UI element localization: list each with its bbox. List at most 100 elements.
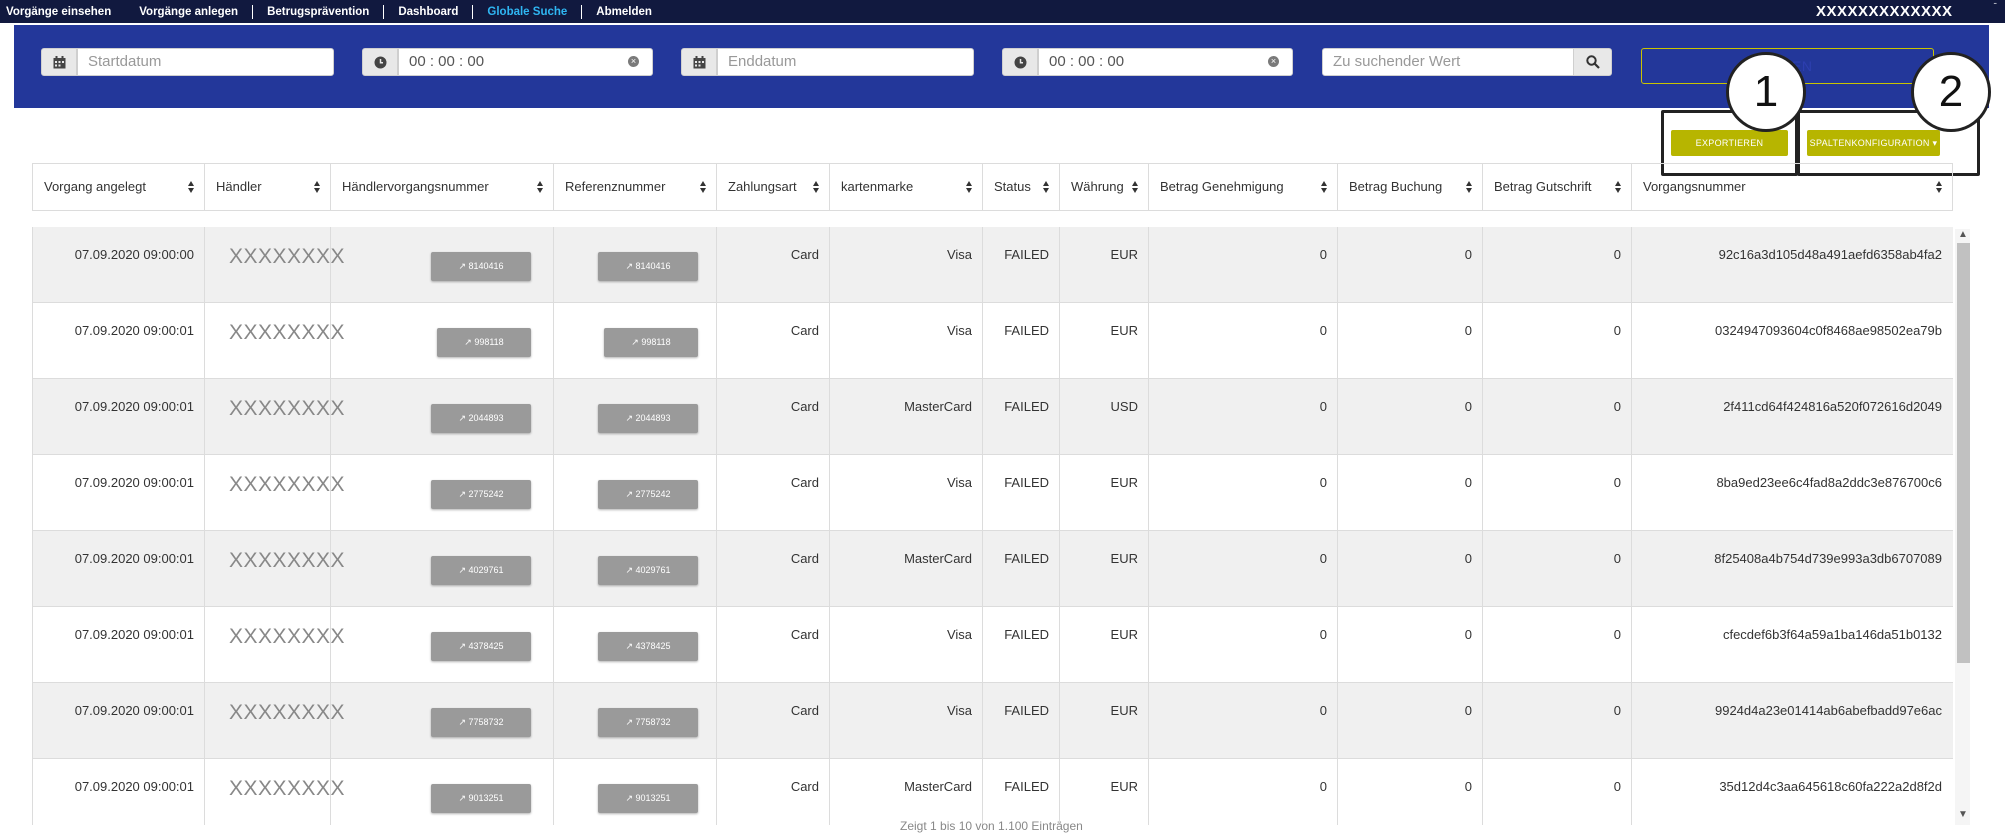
column-header[interactable]: Betrag Buchung (1338, 164, 1483, 210)
column-header[interactable]: Status (983, 164, 1060, 210)
table-header: Vorgang angelegt Händler Händlervorgangs… (32, 163, 1953, 211)
nav-betrugspraevention[interactable]: Betrugsprävention (252, 4, 383, 19)
cell-text: FAILED (1004, 551, 1049, 566)
start-date-input[interactable]: Startdatum (77, 48, 334, 76)
scroll-down-icon[interactable]: ▼ (1958, 809, 1968, 820)
cell-status: FAILED (983, 531, 1060, 607)
cell-reference: ↗ 7758732 (554, 683, 717, 759)
cell-text: 0324947093604c0f8468ae98502ea79b (1714, 323, 1942, 338)
cell-currency: EUR (1060, 303, 1149, 379)
table-info: Zeigt 1 bis 10 von 1.100 Einträgen (900, 819, 1083, 833)
nav-dashboard[interactable]: Dashboard (383, 4, 472, 19)
reference-link-button[interactable]: ↗ 4029761 (598, 556, 698, 585)
clock-icon[interactable] (1002, 48, 1038, 76)
table-row[interactable]: 07.09.2020 09:00:01 XXXXXXXX ↗ 2775242 ↗ 27… (33, 455, 1953, 531)
cell-text: 0 (1464, 779, 1472, 794)
reference-link-button[interactable]: ↗ 9013251 (598, 784, 698, 813)
header-label: kartenmarke (841, 179, 914, 194)
cell-merchant-ref: ↗ 4029761 (331, 531, 554, 607)
merchant-ref-link-button[interactable]: ↗ 8140416 (431, 252, 531, 281)
cell-text: 0 (1464, 627, 1472, 642)
clear-end-time-icon[interactable]: × (1268, 56, 1279, 67)
column-header[interactable]: Betrag Gutschrift (1483, 164, 1632, 210)
reference-link-button[interactable]: ↗ 8140416 (598, 252, 698, 281)
link-button-label: 9013251 (468, 793, 504, 803)
cell-payment: Card (717, 531, 830, 607)
column-header[interactable]: Händlervorgangsnummer (331, 164, 554, 210)
cell-text: 0 (1613, 399, 1621, 414)
table-row[interactable]: 07.09.2020 09:00:01 XXXXXXXX ↗ 4378425 ↗ 43… (33, 607, 1953, 683)
column-header[interactable]: Währung (1060, 164, 1149, 210)
reference-link-button[interactable]: ↗ 2775242 (598, 480, 698, 509)
cell-text: XXXXXXXX (229, 625, 346, 648)
table-row[interactable]: 07.09.2020 09:00:00 XXXXXXXX ↗ 8140416 ↗ 81… (33, 227, 1953, 303)
search-input[interactable]: Zu suchender Wert (1322, 48, 1574, 76)
merchant-ref-link-button[interactable]: ↗ 2044893 (431, 404, 531, 433)
merchant-ref-link-button[interactable]: ↗ 7758732 (431, 708, 531, 737)
cell-booking: 0 (1338, 455, 1483, 531)
cell-reference: ↗ 2775242 (554, 455, 717, 531)
calendar-icon[interactable] (41, 48, 77, 76)
merchant-ref-link-button[interactable]: ↗ 9013251 (431, 784, 531, 813)
cell-brand: Visa (830, 303, 983, 379)
merchant-ref-link-button[interactable]: ↗ 4378425 (431, 632, 531, 661)
external-link-icon: ↗ (625, 261, 636, 271)
scrollbar-thumb[interactable] (1957, 243, 1970, 663)
column-header[interactable]: Vorgang angelegt (33, 164, 205, 210)
column-header[interactable]: Zahlungsart (717, 164, 830, 210)
reference-link-button[interactable]: ↗ 2044893 (598, 404, 698, 433)
nav-vorgaenge-einsehen[interactable]: Vorgänge einsehen (0, 5, 125, 19)
user-name[interactable]: XXXXXXXXXXXXX (1816, 3, 1953, 20)
header-label: Vorgang angelegt (44, 179, 146, 194)
header-label: Referenznummer (565, 179, 666, 194)
scroll-up-icon[interactable]: ▲ (1958, 229, 1968, 240)
cell-text: 35d12d4c3aa645618c60fa222a2d8f2d (1719, 779, 1942, 794)
cell-booking: 0 (1338, 759, 1483, 825)
user-menu-caret-icon[interactable]: ˉ (1994, 2, 1997, 13)
table-row[interactable]: 07.09.2020 09:00:01 XXXXXXXX ↗ 9013251 ↗ 90… (33, 759, 1953, 825)
clock-icon[interactable] (362, 48, 398, 76)
column-header[interactable]: kartenmarke (830, 164, 983, 210)
cell-reference: ↗ 8140416 (554, 227, 717, 303)
table-row[interactable]: 07.09.2020 09:00:01 XXXXXXXX ↗ 998118 ↗ 998… (33, 303, 1953, 379)
clear-start-time-icon[interactable]: × (628, 56, 639, 67)
nav-vorgaenge-anlegen[interactable]: Vorgänge anlegen (125, 5, 252, 19)
column-header[interactable]: Händler (205, 164, 331, 210)
table-scrollbar[interactable]: ▲ ▼ (1955, 229, 1970, 825)
cell-merchant: XXXXXXXX (205, 303, 345, 379)
cell-created: 07.09.2020 09:00:01 (33, 303, 205, 379)
search-button[interactable] (1573, 48, 1612, 76)
column-header[interactable]: Referenznummer (554, 164, 717, 210)
cell-created: 07.09.2020 09:00:01 (33, 455, 205, 531)
reference-link-button[interactable]: ↗ 7758732 (598, 708, 698, 737)
cell-text: EUR (1110, 627, 1138, 642)
reference-link-button[interactable]: ↗ 4378425 (598, 632, 698, 661)
reference-link-button[interactable]: ↗ 998118 (604, 328, 698, 357)
cell-id: 0324947093604c0f8468ae98502ea79b (1632, 303, 1952, 379)
table-row[interactable]: 07.09.2020 09:00:01 XXXXXXXX ↗ 7758732 ↗ 77… (33, 683, 1953, 759)
calendar-icon[interactable] (681, 48, 717, 76)
start-date-field: Startdatum (41, 48, 334, 76)
column-header[interactable]: Betrag Genehmigung (1149, 164, 1338, 210)
end-date-input[interactable]: Enddatum (717, 48, 974, 76)
search-field: Zu suchender Wert (1322, 48, 1574, 76)
header-label: Händler (216, 179, 262, 194)
cell-created: 07.09.2020 09:00:01 (33, 759, 205, 825)
table-row[interactable]: 07.09.2020 09:00:01 XXXXXXXX ↗ 4029761 ↗ 40… (33, 531, 1953, 607)
cell-text: 0 (1319, 551, 1327, 566)
nav-globale-suche[interactable]: Globale Suche (472, 4, 581, 19)
link-button-label: 2044893 (635, 413, 671, 423)
cell-text: Card (790, 551, 819, 566)
start-time-input[interactable]: 00 : 00 : 00 (398, 48, 653, 76)
merchant-ref-link-button[interactable]: ↗ 998118 (437, 328, 531, 357)
cell-text: FAILED (1004, 399, 1049, 414)
merchant-ref-link-button[interactable]: ↗ 2775242 (431, 480, 531, 509)
merchant-ref-link-button[interactable]: ↗ 4029761 (431, 556, 531, 585)
table-row[interactable]: 07.09.2020 09:00:01 XXXXXXXX ↗ 2044893 ↗ 20… (33, 379, 1953, 455)
cell-merchant: XXXXXXXX (205, 683, 345, 759)
cell-credit: 0 (1483, 455, 1632, 531)
nav-abmelden[interactable]: Abmelden (581, 4, 666, 19)
cell-text: 0 (1613, 703, 1621, 718)
column-header[interactable]: Vorgangsnummer (1632, 164, 1952, 210)
end-time-input[interactable]: 00 : 00 : 00 (1038, 48, 1293, 76)
